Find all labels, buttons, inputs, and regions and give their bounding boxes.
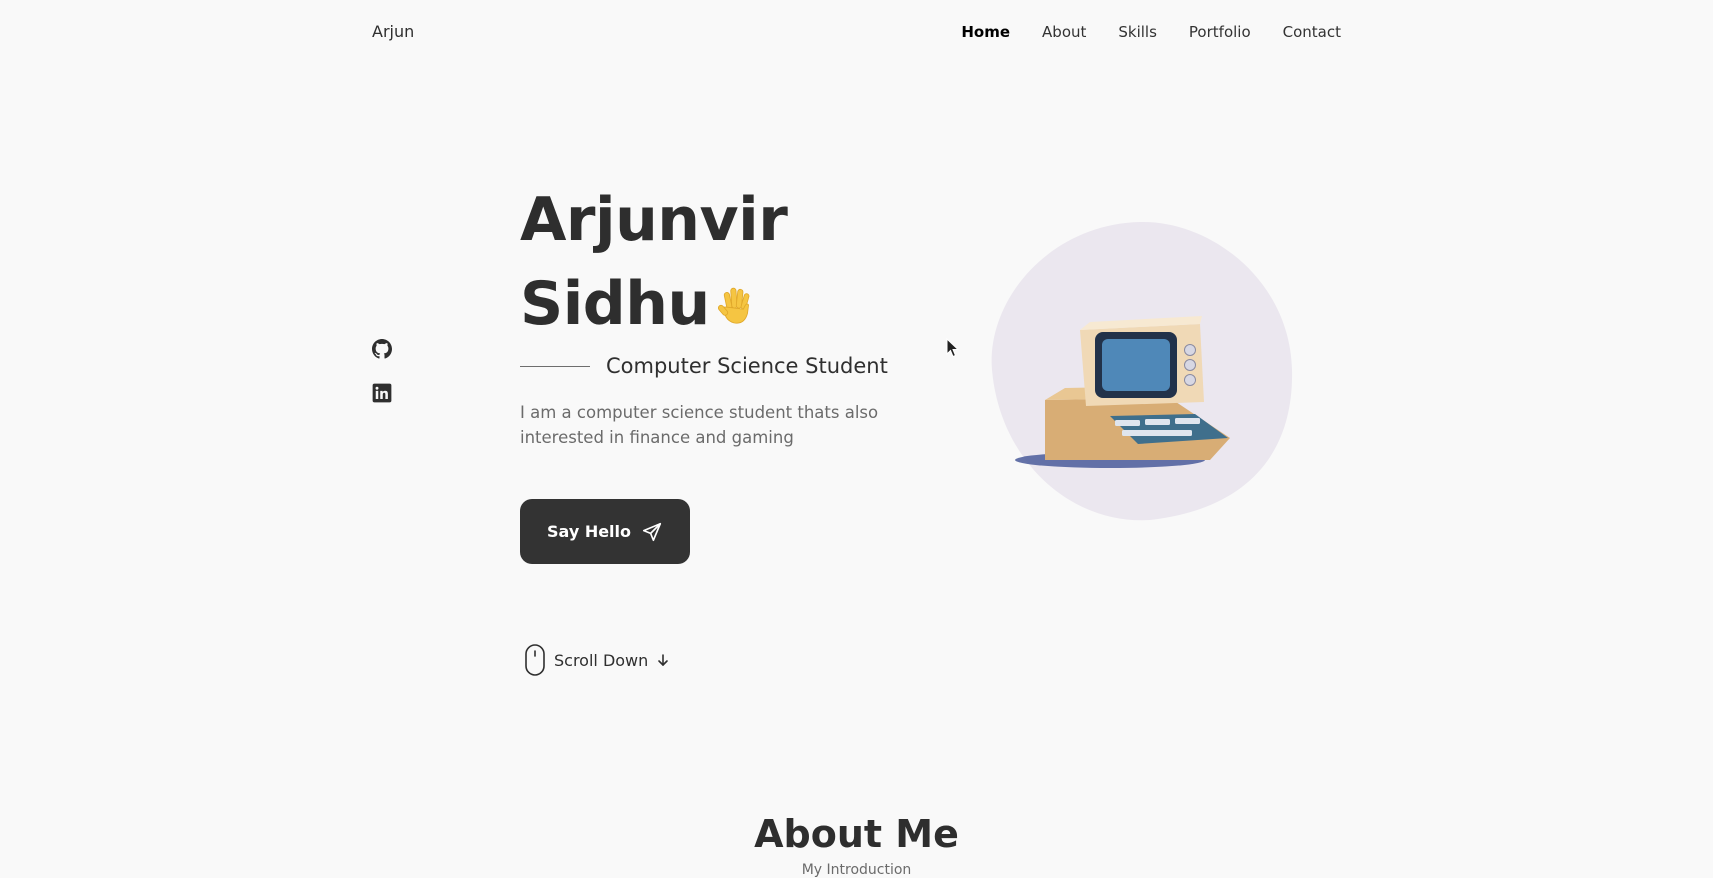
nav-home[interactable]: Home bbox=[961, 23, 1010, 41]
nav-portfolio[interactable]: Portfolio bbox=[1189, 23, 1251, 41]
hero-subtitle-row: Computer Science Student bbox=[520, 354, 888, 378]
hero-title: Arjunvir Sidhu bbox=[520, 178, 788, 346]
send-icon bbox=[642, 522, 662, 541]
about-section-title: About Me bbox=[754, 812, 959, 856]
hero-title-first-name: Arjunvir bbox=[520, 185, 788, 255]
nav-contact[interactable]: Contact bbox=[1283, 23, 1341, 41]
nav-skills[interactable]: Skills bbox=[1118, 23, 1157, 41]
hero-title-last-name-row: Sidhu bbox=[520, 262, 787, 346]
hero-title-last-name: Sidhu bbox=[520, 269, 710, 339]
scroll-down-link[interactable]: Scroll Down bbox=[524, 643, 670, 677]
say-hello-button[interactable]: Say Hello bbox=[520, 499, 690, 564]
nav-about[interactable]: About bbox=[1042, 23, 1086, 41]
hero-description: I am a computer science student thats al… bbox=[520, 403, 879, 447]
hero-computer-illustration bbox=[991, 221, 1293, 521]
github-icon[interactable] bbox=[372, 339, 392, 359]
scroll-down-label: Scroll Down bbox=[554, 650, 649, 670]
site-header: Arjun Home About Skills Portfolio Contac… bbox=[0, 0, 1713, 66]
waving-hand-icon bbox=[717, 287, 750, 324]
arrow-down-icon bbox=[658, 654, 669, 666]
about-section-subtitle: My Introduction bbox=[801, 862, 912, 878]
main-nav: Home About Skills Portfolio Contact bbox=[961, 23, 1341, 41]
subtitle-divider bbox=[520, 365, 590, 367]
say-hello-label: Say Hello bbox=[546, 522, 632, 541]
mouse-cursor-icon bbox=[946, 338, 960, 358]
hero-subtitle: Computer Science Student bbox=[606, 354, 888, 378]
social-links bbox=[372, 339, 392, 403]
mouse-icon bbox=[525, 644, 545, 676]
site-logo[interactable]: Arjun bbox=[372, 22, 414, 41]
linkedin-icon[interactable] bbox=[372, 383, 392, 403]
